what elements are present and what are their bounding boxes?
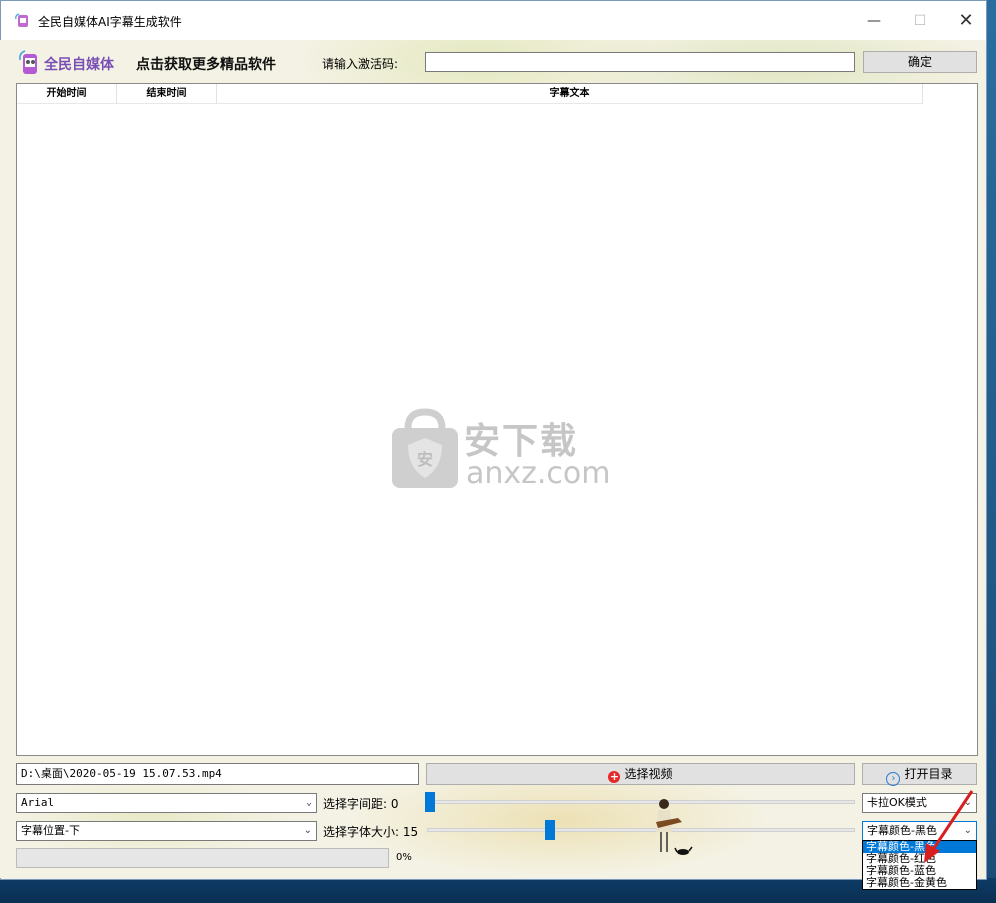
video-path-field[interactable]: D:\桌面\2020-05-19 15.07.53.mp4 <box>16 763 419 785</box>
arrow-right-circle-icon: › <box>886 772 901 786</box>
position-select[interactable]: 字幕位置-下 ⌄ <box>16 821 317 841</box>
watermark-shield-icon: 安 <box>392 408 458 488</box>
logo-icon <box>19 50 37 74</box>
confirm-button[interactable]: 确定 <box>863 51 977 73</box>
window-title: 全民自媒体AI字幕生成软件 <box>38 15 182 29</box>
app-icon <box>15 13 28 27</box>
watermark-en: anxz.com <box>466 456 611 491</box>
font-size-slider-thumb[interactable] <box>545 820 555 840</box>
plus-icon: + <box>608 770 621 783</box>
spacing-slider-thumb[interactable] <box>425 792 435 812</box>
open-directory-label: 打开目录 <box>904 767 953 781</box>
minimize-icon[interactable]: — <box>851 1 897 41</box>
font-size-label: 选择字体大小: 15 <box>323 825 419 839</box>
watermark: 安 安下载 anxz.com <box>390 408 611 492</box>
activation-label: 请输入激活码: <box>322 57 399 71</box>
position-select-value: 字幕位置-下 <box>21 824 80 837</box>
select-video-button[interactable]: + 选择视频 <box>426 763 855 785</box>
color-option-gold[interactable]: 字幕颜色-金黄色 <box>863 877 976 889</box>
progress-bar <box>16 848 389 868</box>
desktop-background <box>987 0 996 903</box>
maximize-icon[interactable]: ☐ <box>897 1 943 41</box>
column-start-time[interactable]: 开始时间 <box>17 84 117 104</box>
activation-input[interactable] <box>425 52 855 72</box>
girl-with-guitar-illustration <box>656 799 693 855</box>
table-header: 开始时间 结束时间 字幕文本 <box>17 84 977 105</box>
open-directory-button[interactable]: › 打开目录 <box>862 763 977 786</box>
title-bar: 全民自媒体AI字幕生成软件 — ☐ ✕ <box>1 1 986 41</box>
promo-link[interactable]: 点击获取更多精品软件 <box>136 54 276 74</box>
spacing-slider-track[interactable] <box>427 800 855 804</box>
font-select-value: Arial <box>21 796 55 809</box>
column-subtitle-text[interactable]: 字幕文本 <box>217 84 923 104</box>
close-icon[interactable]: ✕ <box>943 1 989 41</box>
font-select[interactable]: Arial ⌄ <box>16 793 317 813</box>
logo-text: 全民自媒体 <box>44 57 114 73</box>
select-video-label: 选择视频 <box>624 767 673 781</box>
chevron-down-icon: ⌄ <box>305 797 312 808</box>
taskbar <box>0 878 996 903</box>
red-arrow-annotation-icon <box>924 790 974 863</box>
svg-text:安: 安 <box>417 450 433 469</box>
progress-text: 0% <box>396 852 412 863</box>
column-end-time[interactable]: 结束时间 <box>117 84 217 104</box>
chevron-down-icon: ⌄ <box>303 825 312 836</box>
spacing-label: 选择字间距: 0 <box>323 797 399 811</box>
font-size-slider-track[interactable] <box>427 828 855 832</box>
